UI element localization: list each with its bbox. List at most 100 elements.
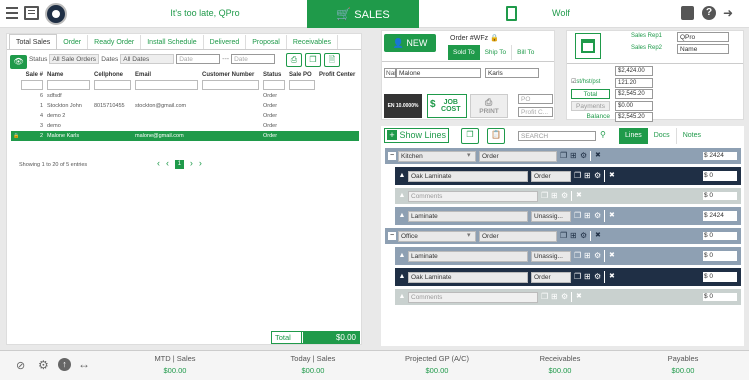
dates-select[interactable]: All Dates — [120, 54, 175, 64]
table-row[interactable]: 1 Stockton John 8015710455 stockton@gmail.c… — [11, 101, 359, 111]
col-profit-center[interactable]: Profit Center — [317, 71, 359, 79]
print-button[interactable]: ⎙ PRINT — [470, 94, 508, 118]
line-status-select[interactable]: Unassig... — [531, 210, 571, 222]
hide-eye-icon[interactable]: ⊘ — [16, 359, 25, 372]
status-select[interactable]: All Sale Orders — [49, 54, 100, 64]
col-name[interactable]: Name — [45, 71, 92, 79]
help-icon[interactable]: ? — [702, 6, 716, 20]
search-input[interactable]: SEARCH — [518, 131, 596, 141]
copy-lines-icon[interactable]: ❐ — [461, 128, 479, 144]
expand-icon[interactable]: ▲ — [398, 273, 406, 281]
settings-icon[interactable]: ⚙ — [580, 151, 587, 161]
line-name[interactable]: Laminate — [408, 250, 528, 262]
copy-icon[interactable]: ❐ — [560, 151, 567, 161]
add-icon[interactable]: ⊞ — [551, 292, 558, 302]
settings-icon[interactable]: ⚙ — [580, 231, 587, 241]
profit-center-input[interactable]: Profit C... — [518, 107, 553, 117]
copy-icon[interactable]: ❐ — [574, 272, 581, 282]
line-row-comment[interactable]: ▲ Comments ❐ ⊞ ⚙ ✖ — [395, 289, 699, 305]
line-status-select[interactable]: Order — [531, 271, 571, 283]
hamburger-menu-icon[interactable] — [6, 7, 18, 19]
delete-icon[interactable]: ✖ — [609, 211, 615, 221]
tab-install-schedule[interactable]: Install Schedule — [141, 35, 204, 50]
col-sale-num[interactable]: Sale # — [11, 71, 45, 79]
prev-icon[interactable]: ‹ — [166, 158, 169, 168]
tab-receivables[interactable]: Receivables — [287, 35, 339, 50]
resize-icon[interactable]: ↔ — [78, 357, 90, 371]
add-icon[interactable]: ⊞ — [570, 151, 577, 161]
tab-total-sales[interactable]: Total Sales — [9, 34, 58, 49]
add-icon[interactable]: ⊞ — [584, 211, 591, 221]
tax-value[interactable]: 121.20 — [615, 78, 653, 88]
filter-cellphone[interactable] — [94, 80, 131, 90]
col-sale-po[interactable]: Sale PO — [287, 71, 317, 79]
show-lines-button[interactable]: + Show Lines — [384, 128, 449, 143]
copy-icon[interactable]: ❐ — [541, 292, 548, 302]
delete-icon[interactable]: ✖ — [609, 272, 615, 282]
sales-rep2-input[interactable]: Name — [677, 44, 729, 54]
line-name[interactable]: Oak Laminate — [408, 170, 528, 182]
tab-ready-order[interactable]: Ready Order — [88, 35, 142, 50]
next-page-icon[interactable]: › — [199, 158, 202, 168]
tab-docs[interactable]: Docs — [648, 128, 677, 144]
filter-customer-number[interactable] — [202, 80, 259, 90]
filter-status[interactable] — [263, 80, 285, 90]
sales-header-button[interactable]: 🛒 SALES — [307, 0, 419, 28]
next-icon[interactable]: › — [190, 158, 193, 168]
settings-icon[interactable]: ⚙ — [594, 171, 601, 181]
last-name-input[interactable]: Karls — [484, 68, 539, 78]
page-number[interactable]: 1 — [174, 160, 184, 169]
search-icon[interactable]: ⚲ — [600, 130, 606, 139]
tab-notes[interactable]: Notes — [677, 128, 707, 144]
delete-icon[interactable]: ✖ — [595, 231, 601, 241]
tab-sold-to[interactable]: Sold To — [448, 45, 480, 60]
line-row-item2[interactable]: ▲ Laminate Unassig... ❐ ⊞ ⚙ ✖ — [395, 207, 699, 225]
expand-icon[interactable]: ▲ — [398, 252, 406, 260]
line-row-room[interactable]: − Office ▾ Order ❐ ⊞ ⚙ ✖ — [385, 228, 699, 244]
collapse-icon[interactable]: − — [388, 232, 396, 240]
add-icon[interactable]: ⊞ — [570, 231, 577, 241]
expand-icon[interactable]: ▲ — [398, 172, 406, 180]
table-row[interactable]: 6 sdfsdf Order — [11, 91, 359, 101]
en-rate-button[interactable]: EN 10.0000% — [384, 94, 422, 118]
line-row-item2[interactable]: ▲ Laminate Unassig... ❐ ⊞ ⚙ ✖ — [395, 247, 699, 265]
pdf-icon[interactable]: 🗎 — [324, 53, 340, 67]
settings-icon[interactable]: ⚙ — [594, 272, 601, 282]
filter-sale-num[interactable] — [21, 80, 43, 90]
contact-card-icon[interactable] — [681, 6, 694, 20]
delete-icon[interactable]: ✖ — [595, 151, 601, 161]
copy-icon[interactable]: ❐ — [560, 231, 567, 241]
tab-bill-to[interactable]: Bill To — [512, 45, 539, 60]
date-to-input[interactable]: Date — [231, 54, 276, 64]
room-dropdown-icon[interactable]: ▾ — [467, 151, 471, 159]
line-name[interactable]: Comments — [408, 190, 538, 202]
table-row[interactable]: 3 demo Order — [11, 121, 359, 131]
settings-icon[interactable]: ⚙ — [38, 358, 49, 372]
logout-icon[interactable]: ➜ — [723, 7, 733, 19]
line-name[interactable]: Office — [398, 230, 476, 242]
date-from-input[interactable]: Date — [176, 54, 221, 64]
filter-name[interactable] — [47, 80, 90, 90]
eye-icon[interactable]: 👁 — [10, 55, 27, 69]
col-status[interactable]: Status — [261, 71, 287, 79]
line-row-room[interactable]: − Kitchen ▾ Order ❐ ⊞ ⚙ ✖ — [385, 148, 699, 164]
line-name[interactable]: Oak Laminate — [408, 271, 528, 283]
po-input[interactable]: PO — [518, 94, 553, 104]
tab-proposal[interactable]: Proposal — [246, 35, 287, 50]
line-row-comment[interactable]: ▲ Comments ❐ ⊞ ⚙ ✖ — [395, 188, 699, 204]
paste-lines-icon[interactable]: 📋 — [487, 128, 505, 144]
settings-icon[interactable]: ⚙ — [561, 191, 568, 201]
upload-icon[interactable]: ↑ — [58, 358, 71, 371]
col-email[interactable]: Email — [133, 71, 200, 79]
line-name[interactable]: Comments — [408, 291, 538, 303]
line-status-select[interactable]: Order — [531, 170, 571, 182]
calendar-button[interactable] — [575, 33, 601, 59]
tab-order[interactable]: Order — [57, 35, 89, 50]
prev-page-icon[interactable]: ‹ — [157, 158, 160, 168]
line-row-item[interactable]: ▲ Oak Laminate Order ❐ ⊞ ⚙ ✖ — [395, 268, 699, 286]
delete-icon[interactable]: ✖ — [576, 191, 582, 201]
delete-icon[interactable]: ✖ — [576, 292, 582, 302]
expand-icon[interactable]: ▲ — [398, 293, 406, 301]
table-row[interactable]: 4 demo 2 Order — [11, 111, 359, 121]
first-name-input[interactable]: Malone — [396, 68, 481, 78]
